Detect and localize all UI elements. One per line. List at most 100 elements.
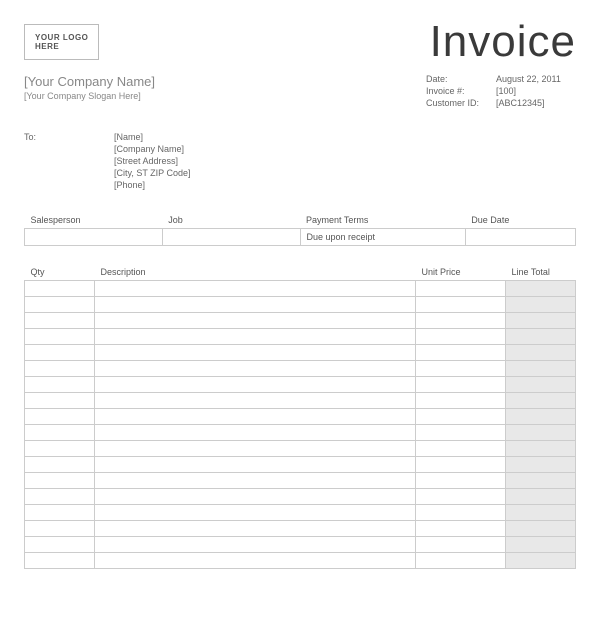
unit-price-cell[interactable] xyxy=(416,345,506,361)
line-total-cell xyxy=(506,377,576,393)
qty-cell[interactable] xyxy=(25,489,95,505)
line-total-cell xyxy=(506,553,576,569)
description-cell[interactable] xyxy=(95,457,416,473)
unit-price-header: Unit Price xyxy=(416,264,506,281)
qty-cell[interactable] xyxy=(25,505,95,521)
customer-id-value: [ABC12345] xyxy=(496,98,576,108)
line-total-cell xyxy=(506,521,576,537)
description-cell[interactable] xyxy=(95,329,416,345)
description-cell[interactable] xyxy=(95,313,416,329)
unit-price-cell[interactable] xyxy=(416,489,506,505)
qty-cell[interactable] xyxy=(25,457,95,473)
line-total-cell xyxy=(506,297,576,313)
unit-price-cell[interactable] xyxy=(416,361,506,377)
unit-price-cell[interactable] xyxy=(416,425,506,441)
description-cell[interactable] xyxy=(95,505,416,521)
line-item-row xyxy=(25,553,576,569)
line-item-row xyxy=(25,425,576,441)
unit-price-cell[interactable] xyxy=(416,537,506,553)
qty-cell[interactable] xyxy=(25,409,95,425)
line-total-cell xyxy=(506,457,576,473)
description-cell[interactable] xyxy=(95,473,416,489)
invoice-title: Invoice xyxy=(430,20,576,64)
qty-cell[interactable] xyxy=(25,393,95,409)
qty-cell[interactable] xyxy=(25,537,95,553)
qty-cell[interactable] xyxy=(25,329,95,345)
qty-cell[interactable] xyxy=(25,345,95,361)
line-total-cell xyxy=(506,345,576,361)
line-item-row xyxy=(25,345,576,361)
description-cell[interactable] xyxy=(95,521,416,537)
line-total-header: Line Total xyxy=(506,264,576,281)
description-cell[interactable] xyxy=(95,345,416,361)
to-street: [Street Address] xyxy=(114,156,191,166)
to-phone: [Phone] xyxy=(114,180,191,190)
due-date-value[interactable] xyxy=(465,229,575,246)
description-cell[interactable] xyxy=(95,409,416,425)
line-item-row xyxy=(25,281,576,297)
description-cell[interactable] xyxy=(95,281,416,297)
payment-terms-value[interactable]: Due upon receipt xyxy=(300,229,465,246)
description-cell[interactable] xyxy=(95,441,416,457)
qty-cell[interactable] xyxy=(25,473,95,489)
line-item-row xyxy=(25,537,576,553)
company-name: [Your Company Name] xyxy=(24,74,155,89)
line-total-cell xyxy=(506,313,576,329)
line-item-row xyxy=(25,489,576,505)
to-city: [City, ST ZIP Code] xyxy=(114,168,191,178)
line-item-row xyxy=(25,457,576,473)
line-item-row xyxy=(25,505,576,521)
qty-cell[interactable] xyxy=(25,425,95,441)
line-total-cell xyxy=(506,361,576,377)
description-cell[interactable] xyxy=(95,537,416,553)
unit-price-cell[interactable] xyxy=(416,505,506,521)
description-cell[interactable] xyxy=(95,489,416,505)
unit-price-cell[interactable] xyxy=(416,409,506,425)
unit-price-cell[interactable] xyxy=(416,313,506,329)
line-item-row xyxy=(25,473,576,489)
unit-price-cell[interactable] xyxy=(416,521,506,537)
company-slogan: [Your Company Slogan Here] xyxy=(24,91,155,101)
invoice-number-label: Invoice #: xyxy=(426,86,496,96)
description-header: Description xyxy=(95,264,416,281)
qty-cell[interactable] xyxy=(25,521,95,537)
qty-header: Qty xyxy=(25,264,95,281)
unit-price-cell[interactable] xyxy=(416,297,506,313)
to-name: [Name] xyxy=(114,132,191,142)
qty-cell[interactable] xyxy=(25,297,95,313)
qty-cell[interactable] xyxy=(25,441,95,457)
line-total-cell xyxy=(506,537,576,553)
unit-price-cell[interactable] xyxy=(416,473,506,489)
description-cell[interactable] xyxy=(95,393,416,409)
unit-price-cell[interactable] xyxy=(416,457,506,473)
description-cell[interactable] xyxy=(95,377,416,393)
unit-price-cell[interactable] xyxy=(416,441,506,457)
unit-price-cell[interactable] xyxy=(416,377,506,393)
unit-price-cell[interactable] xyxy=(416,393,506,409)
qty-cell[interactable] xyxy=(25,553,95,569)
salesperson-value[interactable] xyxy=(25,229,163,246)
description-cell[interactable] xyxy=(95,297,416,313)
description-cell[interactable] xyxy=(95,361,416,377)
invoice-number-value: [100] xyxy=(496,86,576,96)
unit-price-cell[interactable] xyxy=(416,329,506,345)
qty-cell[interactable] xyxy=(25,361,95,377)
line-total-cell xyxy=(506,409,576,425)
unit-price-cell[interactable] xyxy=(416,553,506,569)
qty-cell[interactable] xyxy=(25,377,95,393)
line-total-cell xyxy=(506,473,576,489)
logo-line1: YOUR LOGO xyxy=(35,33,88,42)
invoice-meta: Date: August 22, 2011 Invoice #: [100] C… xyxy=(426,74,576,110)
qty-cell[interactable] xyxy=(25,281,95,297)
job-header: Job xyxy=(162,212,300,229)
line-item-row xyxy=(25,361,576,377)
salesperson-header: Salesperson xyxy=(25,212,163,229)
line-item-row xyxy=(25,521,576,537)
description-cell[interactable] xyxy=(95,425,416,441)
line-item-row xyxy=(25,329,576,345)
qty-cell[interactable] xyxy=(25,313,95,329)
line-total-cell xyxy=(506,505,576,521)
job-value[interactable] xyxy=(162,229,300,246)
description-cell[interactable] xyxy=(95,553,416,569)
unit-price-cell[interactable] xyxy=(416,281,506,297)
